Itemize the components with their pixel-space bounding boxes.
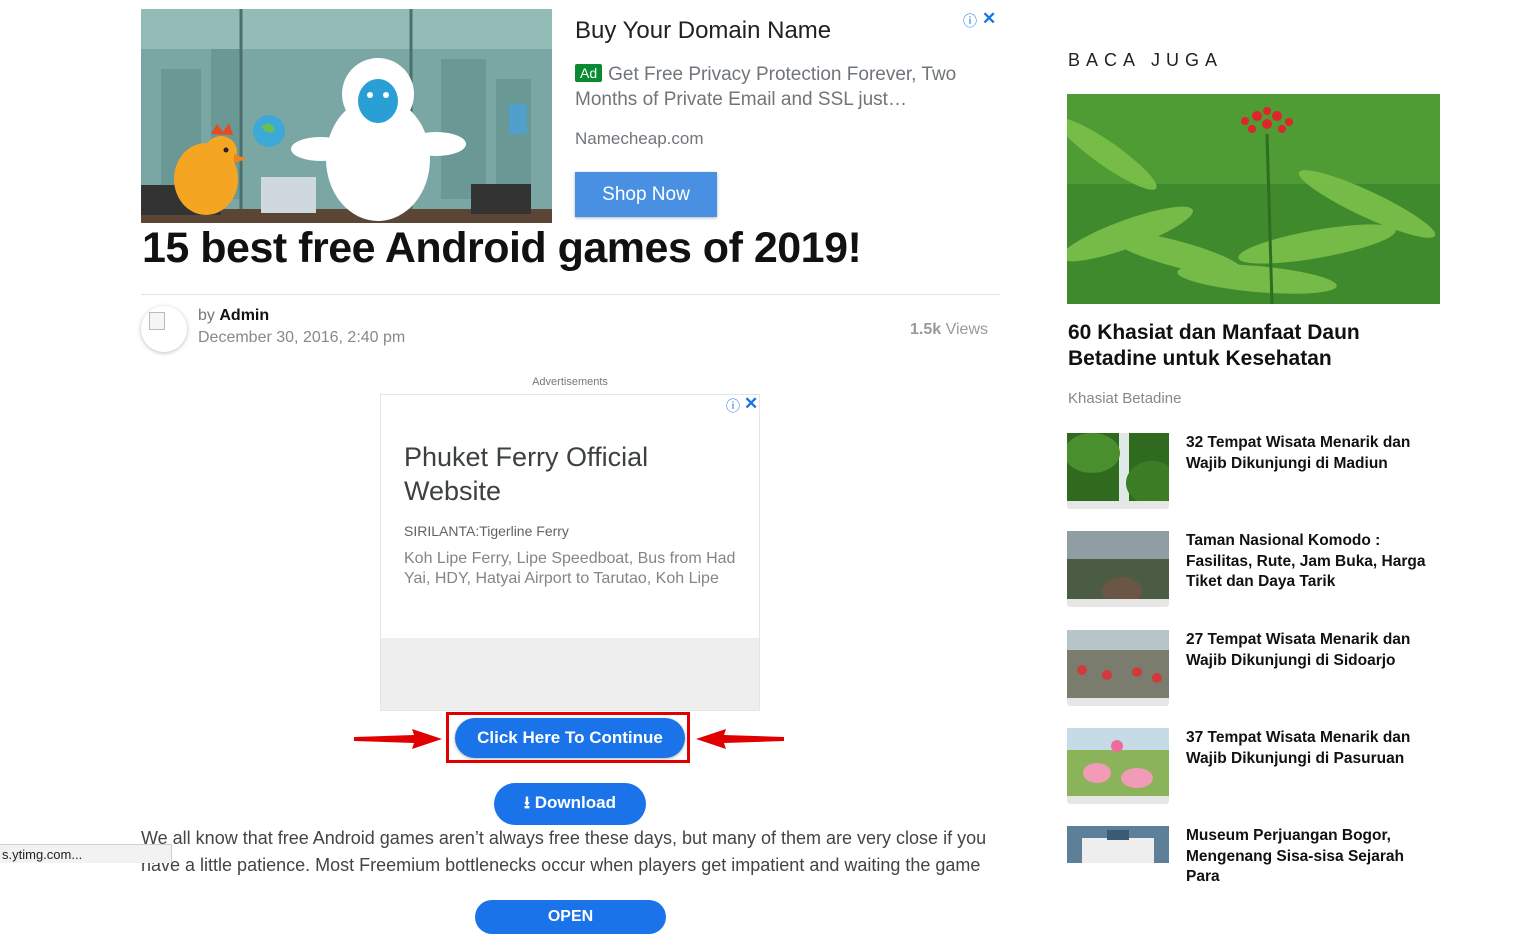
sidebar-heading: BACA JUGA [1068,50,1224,70]
download-icon: ⭳ [524,792,530,812]
ad-description: Ad Get Free Privacy Protection Forever, T… [575,62,995,112]
ad-headline[interactable]: Buy Your Domain Name [575,17,831,45]
inline-advertisement[interactable]: ⓘ ✕ Phuket Ferry Official Website SIRILA… [380,394,760,934]
sidebar-item-title[interactable]: Taman Nasional Komodo : Fasilitas, Rute,… [1186,531,1426,593]
feature-article-title[interactable]: 60 Khasiat dan Manfaat Daun Betadine unt… [1068,320,1428,372]
feature-category[interactable]: Khasiat Betadine [1068,390,1181,407]
thumbnail-shadow [1067,698,1169,706]
divider [141,294,1000,295]
right-arrow-icon [354,729,442,749]
by-prefix: by [198,307,215,324]
sidebar-list-item[interactable]: Museum Perjuangan Bogor, Mengenang Sisa-… [1067,826,1467,906]
ad-badge: Ad [575,64,603,82]
author-avatar[interactable] [141,306,187,352]
ad-footer: OPEN [381,638,759,934]
thumbnail-shadow [1067,796,1169,804]
feature-image[interactable] [1067,94,1440,304]
ad-description: Koh Lipe Ferry, Lipe Speedboat, Bus from… [404,550,736,587]
left-arrow-icon [696,729,784,749]
close-icon[interactable]: ✕ [744,394,758,414]
ad-advertiser: SIRILANTA:Tigerline Ferry [404,523,569,539]
publish-date: December 30, 2016, 2:40 pm [198,329,406,346]
views-label: Views [945,321,988,338]
sidebar-list-item[interactable]: Taman Nasional Komodo : Fasilitas, Rute,… [1067,531,1467,611]
continue-button[interactable]: Click Here To Continue [455,718,685,758]
sidebar-list-item[interactable]: 27 Tempat Wisata Menarik dan Wajib Dikun… [1067,630,1467,710]
info-icon[interactable]: ⓘ [726,396,740,416]
author-byline: by Admin [198,307,269,325]
sidebar-list-item[interactable]: 32 Tempat Wisata Menarik dan Wajib Dikun… [1067,433,1467,513]
sidebar-item-title[interactable]: 32 Tempat Wisata Menarik dan Wajib Dikun… [1186,433,1426,474]
sidebar-item-title[interactable]: 27 Tempat Wisata Menarik dan Wajib Dikun… [1186,630,1426,671]
sidebar-item-title[interactable]: 37 Tempat Wisata Menarik dan Wajib Dikun… [1186,728,1426,769]
ad-headline[interactable]: Phuket Ferry Official Website [404,440,724,508]
thumbnail[interactable] [1067,630,1169,700]
thumbnail-shadow [1067,501,1169,509]
image-placeholder-icon [149,312,165,330]
browser-status-bar: s.ytimg.com... [0,844,172,863]
close-icon[interactable]: ✕ [982,9,996,29]
top-advertisement[interactable]: Buy Your Domain Name Ad Get Free Privacy … [141,9,999,223]
article-title: 15 best free Android games of 2019! [142,224,862,272]
info-icon[interactable]: ⓘ [963,11,977,31]
download-button[interactable]: ⭳ Download [494,783,646,825]
thumbnail[interactable] [1067,433,1169,503]
ad-domain[interactable]: Namecheap.com [575,129,704,149]
thumbnail[interactable] [1067,531,1169,601]
shop-now-button[interactable]: Shop Now [575,172,717,217]
article-body: We all know that free Android games aren… [141,828,987,875]
author-name[interactable]: Admin [219,307,269,324]
ad-text: Get Free Privacy Protection Forever, Two… [575,64,957,110]
download-label: Download [534,792,616,812]
view-count: 1.5k Views [900,321,988,339]
views-number: 1.5k [910,321,942,338]
open-button[interactable]: OPEN [475,900,666,934]
advertisements-label: Advertisements [532,376,608,388]
thumbnail[interactable] [1067,826,1169,863]
sidebar-item-title[interactable]: Museum Perjuangan Bogor, Mengenang Sisa-… [1186,826,1426,888]
sidebar-list-item[interactable]: 37 Tempat Wisata Menarik dan Wajib Dikun… [1067,728,1467,808]
thumbnail[interactable] [1067,728,1169,798]
ad-illustration[interactable] [141,9,552,223]
thumbnail-shadow [1067,599,1169,607]
